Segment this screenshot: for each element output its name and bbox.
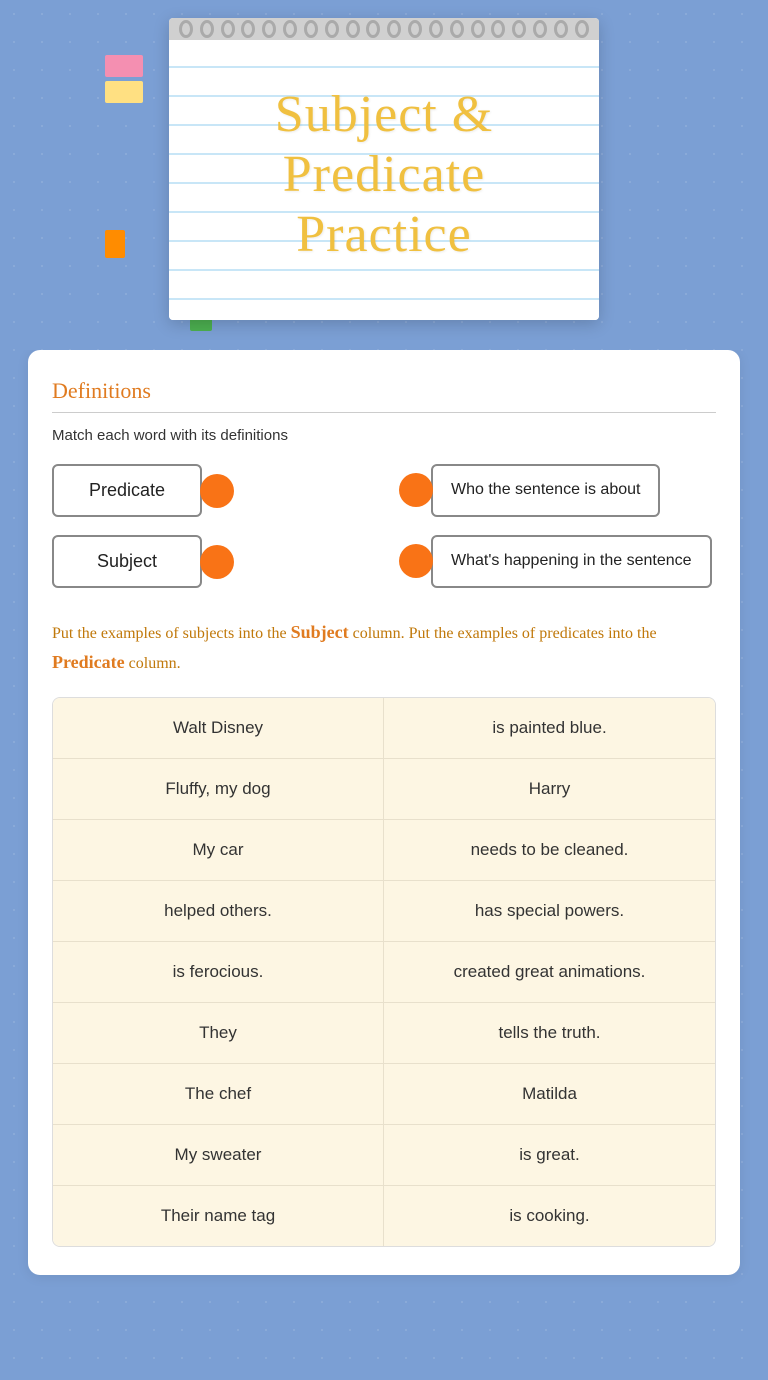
spiral-loop	[200, 20, 214, 38]
sort-cell-right[interactable]: is cooking.	[384, 1186, 715, 1246]
definitions-divider	[52, 412, 716, 413]
spiral-loop	[387, 20, 401, 38]
spiral-loop	[408, 20, 422, 38]
sort-cell-left[interactable]: My car	[53, 820, 384, 880]
match-def-who: Who the sentence is about	[399, 464, 716, 517]
matching-grid: Predicate Who the sentence is about Subj…	[52, 464, 716, 588]
table-row[interactable]: My carneeds to be cleaned.	[53, 820, 715, 881]
notebook: Subject & Predicate Practice	[169, 18, 599, 320]
sticky-notes-decoration	[105, 55, 143, 103]
main-card: Definitions Match each word with its def…	[28, 350, 740, 1275]
spiral-loop	[325, 20, 339, 38]
spiral-loop	[450, 20, 464, 38]
table-row[interactable]: is ferocious.created great animations.	[53, 942, 715, 1003]
table-row[interactable]: Fluffy, my dogHarry	[53, 759, 715, 820]
who-definition-box[interactable]: Who the sentence is about	[431, 464, 660, 517]
spiral-loop	[179, 20, 193, 38]
spiral-loop	[262, 20, 276, 38]
table-row[interactable]: helped others.has special powers.	[53, 881, 715, 942]
sort-cell-right[interactable]: Matilda	[384, 1064, 715, 1124]
spiral-row	[169, 20, 599, 38]
predicate-connector-circle	[200, 474, 234, 508]
spiral-loop	[283, 20, 297, 38]
spiral-loop	[366, 20, 380, 38]
sticky-note-orange	[105, 230, 125, 258]
header-section: Subject & Predicate Practice	[0, 0, 768, 350]
match-item-predicate: Predicate	[52, 464, 369, 517]
whats-happening-connector-circle	[399, 544, 433, 578]
spiral-loop	[241, 20, 255, 38]
match-instruction: Match each word with its definitions	[52, 427, 716, 444]
spiral-loop	[221, 20, 235, 38]
subject-term-box[interactable]: Subject	[52, 535, 202, 588]
definitions-title: Definitions	[52, 378, 716, 404]
definitions-section: Definitions Match each word with its def…	[52, 378, 716, 588]
sorting-instructions: Put the examples of subjects into the Su…	[52, 618, 716, 677]
spiral-loop	[471, 20, 485, 38]
sticky-note-pink	[105, 55, 143, 77]
predicate-term-box[interactable]: Predicate	[52, 464, 202, 517]
sort-cell-right[interactable]: is painted blue.	[384, 698, 715, 758]
spiral-loop	[491, 20, 505, 38]
spiral-loop	[429, 20, 443, 38]
spiral-loop	[346, 20, 360, 38]
match-def-whats-happening: What's happening in the sentence	[399, 535, 716, 588]
sort-cell-right[interactable]: is great.	[384, 1125, 715, 1185]
table-row[interactable]: Their name tagis cooking.	[53, 1186, 715, 1246]
sort-cell-right[interactable]: needs to be cleaned.	[384, 820, 715, 880]
sort-cell-left[interactable]: They	[53, 1003, 384, 1063]
table-row[interactable]: My sweateris great.	[53, 1125, 715, 1186]
sort-cell-left[interactable]: Fluffy, my dog	[53, 759, 384, 819]
table-row[interactable]: Theytells the truth.	[53, 1003, 715, 1064]
sort-cell-left[interactable]: Walt Disney	[53, 698, 384, 758]
spiral-loop	[304, 20, 318, 38]
sort-cell-right[interactable]: has special powers.	[384, 881, 715, 941]
sort-cell-left[interactable]: helped others.	[53, 881, 384, 941]
notebook-lines: Subject & Predicate Practice	[169, 40, 599, 320]
sort-cell-left[interactable]: The chef	[53, 1064, 384, 1124]
match-item-subject: Subject	[52, 535, 369, 588]
whats-happening-definition-box[interactable]: What's happening in the sentence	[431, 535, 712, 588]
notebook-title: Subject & Predicate Practice	[199, 85, 569, 264]
spiral-loop	[512, 20, 526, 38]
subject-connector-circle	[200, 545, 234, 579]
who-connector-circle	[399, 473, 433, 507]
sort-cell-right[interactable]: created great animations.	[384, 942, 715, 1002]
sort-cell-right[interactable]: Harry	[384, 759, 715, 819]
sort-cell-left[interactable]: Their name tag	[53, 1186, 384, 1246]
table-row[interactable]: Walt Disneyis painted blue.	[53, 698, 715, 759]
sort-cell-right[interactable]: tells the truth.	[384, 1003, 715, 1063]
table-row[interactable]: The chefMatilda	[53, 1064, 715, 1125]
sort-cell-left[interactable]: is ferocious.	[53, 942, 384, 1002]
spiral-loop	[575, 20, 589, 38]
sorting-table: Walt Disneyis painted blue.Fluffy, my do…	[52, 697, 716, 1247]
sort-cell-left[interactable]: My sweater	[53, 1125, 384, 1185]
spiral-loop	[533, 20, 547, 38]
notebook-spiral	[169, 18, 599, 40]
sticky-note-yellow	[105, 81, 143, 103]
spiral-loop	[554, 20, 568, 38]
